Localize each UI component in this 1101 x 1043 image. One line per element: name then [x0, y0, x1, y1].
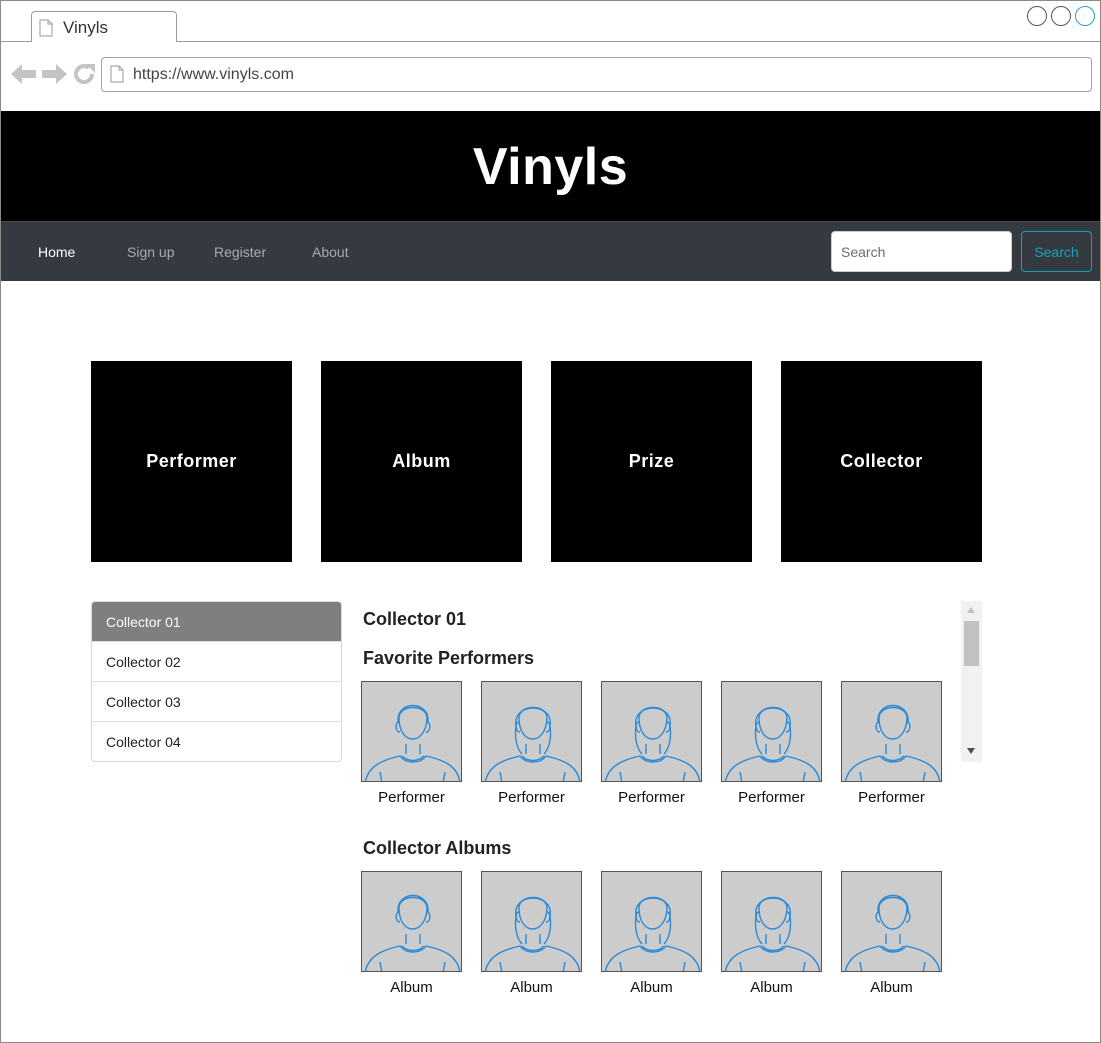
avatar-placeholder-icon [481, 871, 582, 972]
favorite-performers-heading: Favorite Performers [363, 648, 535, 668]
collector-list-item[interactable]: Collector 01 [92, 602, 341, 642]
page-icon [39, 19, 53, 42]
tile-prize[interactable]: Prize [551, 361, 752, 562]
maximize-button[interactable] [1051, 6, 1071, 26]
album-caption: Album [630, 979, 673, 996]
collector-list: Collector 01 Collector 02 Collector 03 C… [91, 601, 342, 762]
avatar-placeholder-icon [841, 871, 942, 972]
collector-list-item[interactable]: Collector 03 [92, 682, 341, 722]
collector-list-item[interactable]: Collector 02 [92, 642, 341, 682]
tile-collector[interactable]: Collector [781, 361, 982, 562]
scroll-down-arrow-icon[interactable] [967, 748, 975, 754]
avatar-placeholder-icon [361, 871, 462, 972]
minimize-button[interactable] [1027, 6, 1047, 26]
album-card[interactable]: Album [481, 871, 582, 996]
performer-caption: Performer [738, 789, 805, 806]
performer-card[interactable]: Performer [841, 681, 942, 806]
tile-performer[interactable]: Performer [91, 361, 292, 562]
avatar-placeholder-icon [481, 681, 582, 782]
reload-icon[interactable] [72, 62, 96, 91]
album-card[interactable]: Album [721, 871, 822, 996]
tile-album[interactable]: Album [321, 361, 522, 562]
avatar-placeholder-icon [601, 681, 702, 782]
album-caption: Album [870, 979, 913, 996]
avatar-placeholder-icon [721, 871, 822, 972]
avatar-placeholder-icon [841, 681, 942, 782]
tab-title: Vinyls [63, 18, 109, 37]
scroll-up-arrow-icon[interactable] [967, 607, 975, 613]
avatar-placeholder-icon [601, 871, 702, 972]
nav-signup-link[interactable]: Sign up [127, 244, 174, 260]
collector-detail-title: Collector 01 [363, 609, 467, 629]
window-controls [1027, 6, 1095, 26]
avatar-placeholder-icon [721, 681, 822, 782]
site-title: Vinyls [472, 138, 629, 196]
performer-card[interactable]: Performer [721, 681, 822, 806]
performer-card[interactable]: Performer [601, 681, 702, 806]
main-navbar: Home Sign up Register About Search [1, 221, 1100, 281]
performer-caption: Performer [378, 789, 445, 806]
search-button[interactable]: Search [1021, 231, 1092, 272]
browser-toolbar: https://www.vinyls.com [1, 42, 1100, 111]
browser-tab[interactable]: Vinyls [31, 11, 177, 43]
close-button[interactable] [1075, 6, 1095, 26]
performer-caption: Performer [858, 789, 925, 806]
performer-caption: Performer [618, 789, 685, 806]
performer-card[interactable]: Performer [481, 681, 582, 806]
album-card[interactable]: Album [841, 871, 942, 996]
detail-scrollbar[interactable] [961, 601, 982, 762]
nav-home-link[interactable]: Home [38, 244, 75, 260]
album-caption: Album [750, 979, 793, 996]
scrollbar-thumb[interactable] [964, 621, 979, 666]
tab-strip: Vinyls [1, 1, 1100, 43]
album-caption: Album [390, 979, 433, 996]
avatar-placeholder-icon [361, 681, 462, 782]
nav-about-link[interactable]: About [312, 244, 349, 260]
back-arrow-icon[interactable] [11, 63, 37, 90]
album-caption: Album [510, 979, 553, 996]
address-bar[interactable]: https://www.vinyls.com [101, 57, 1092, 92]
browser-window: Vinyls https://www.vinyls.com Vinyls Hom… [0, 0, 1101, 1043]
forward-arrow-icon[interactable] [41, 63, 67, 90]
collector-albums-heading: Collector Albums [363, 838, 512, 858]
nav-register-link[interactable]: Register [214, 244, 266, 260]
album-card[interactable]: Album [601, 871, 702, 996]
performer-caption: Performer [498, 789, 565, 806]
performer-card[interactable]: Performer [361, 681, 462, 806]
site-banner: Vinyls [1, 111, 1100, 221]
search-input[interactable] [831, 231, 1012, 272]
album-card[interactable]: Album [361, 871, 462, 996]
collector-list-item[interactable]: Collector 04 [92, 722, 341, 761]
url-text: https://www.vinyls.com [133, 66, 294, 83]
page-icon [110, 65, 124, 88]
